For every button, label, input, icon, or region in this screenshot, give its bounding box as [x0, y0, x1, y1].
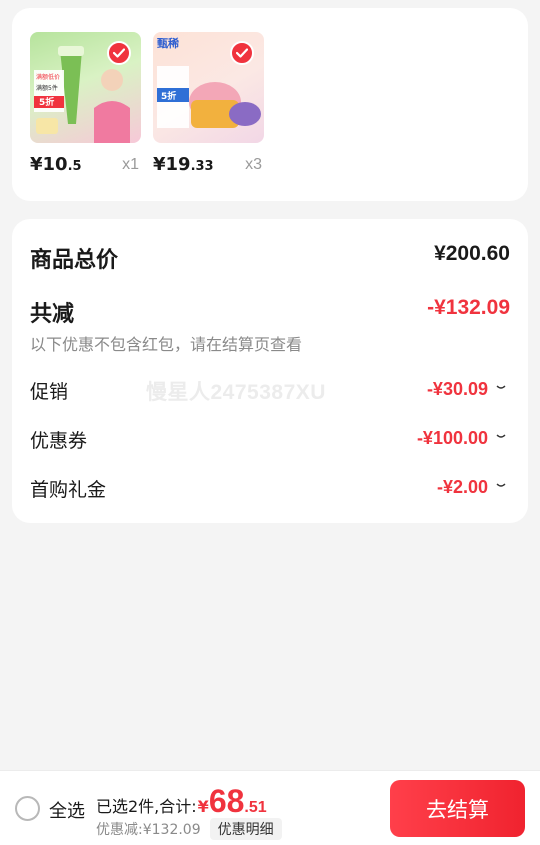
price-summary-card: 商品总价 ¥200.60 共减 -¥132.09 以下优惠不包含红包，请在结算页… [12, 219, 528, 523]
selected-count-text: 已选2件,合计: [96, 797, 197, 816]
discount-row-promotion[interactable]: 促销 -¥30.09 [30, 377, 510, 403]
discount-row-coupon[interactable]: 优惠券 -¥100.00 [30, 426, 510, 452]
discount-value: -¥100.00 [416, 428, 488, 448]
product-tag-text: 满额5件 [36, 85, 58, 92]
order-total: 已选2件,合计: ¥ 68 .51 [96, 783, 267, 820]
product-item[interactable]: 甄稀 5折 ¥19.33 x3 [153, 32, 264, 184]
discount-amount-text: 优惠减:¥132.09 [96, 822, 201, 838]
discount-note: 以下优惠不包含红包，请在结算页查看 [30, 335, 303, 354]
discount-detail-button[interactable]: 优惠明细 [209, 818, 282, 840]
product-image[interactable]: 满额低价 满额5件 5折 [30, 32, 141, 143]
total-price-row: 商品总价 ¥200.60 [30, 242, 510, 273]
product-item[interactable]: 满额低价 满额5件 5折 ¥10.5 x1 [30, 32, 141, 184]
discount-label: 首购礼金 [30, 479, 107, 501]
total-price-label: 商品总价 [30, 248, 119, 273]
product-price: ¥10.5 [30, 154, 82, 175]
select-all-radio[interactable] [15, 796, 40, 821]
total-integer: 68 [208, 783, 245, 819]
product-quantity: x3 [245, 156, 262, 173]
chevron-down-icon[interactable] [496, 432, 506, 442]
currency-symbol: ¥ [197, 797, 209, 816]
product-tag-text: 满额低价 [36, 74, 61, 81]
selected-products-card: 满额低价 满额5件 5折 ¥10.5 x1 甄稀 5折 ¥19.33 x3 [12, 8, 528, 201]
discount-value: -¥30.09 [426, 379, 488, 399]
chevron-down-icon[interactable] [496, 383, 506, 393]
checked-icon[interactable] [107, 41, 131, 65]
select-all-label[interactable]: 全选 [49, 797, 85, 823]
total-price-value: ¥200.60 [434, 242, 510, 265]
product-tag-text: 5折 [161, 92, 177, 102]
total-decimal: .51 [244, 799, 267, 816]
discount-label: 优惠券 [30, 430, 88, 452]
product-price: ¥19.33 [153, 154, 214, 175]
chevron-down-icon[interactable] [496, 481, 506, 491]
discount-label: 促销 [30, 381, 69, 403]
discount-summary: 优惠减:¥132.09 优惠明细 [96, 818, 282, 840]
total-reduction-label: 共减 [30, 302, 75, 327]
checked-icon[interactable] [230, 41, 254, 65]
product-image[interactable]: 甄稀 5折 [153, 32, 264, 143]
total-reduction-value: -¥132.09 [427, 296, 510, 319]
product-tag-text: 5折 [39, 98, 55, 108]
product-brand-text: 甄稀 [157, 37, 179, 50]
discount-value: -¥2.00 [436, 477, 488, 497]
total-reduction-row: 共减 -¥132.09 [30, 296, 510, 327]
product-quantity: x1 [122, 156, 139, 173]
discount-row-first-purchase[interactable]: 首购礼金 -¥2.00 [30, 475, 510, 501]
checkout-bar: 全选 已选2件,合计: ¥ 68 .51 优惠减:¥132.09 优惠明细 去结… [0, 770, 540, 845]
checkout-button[interactable]: 去结算 [390, 780, 525, 837]
